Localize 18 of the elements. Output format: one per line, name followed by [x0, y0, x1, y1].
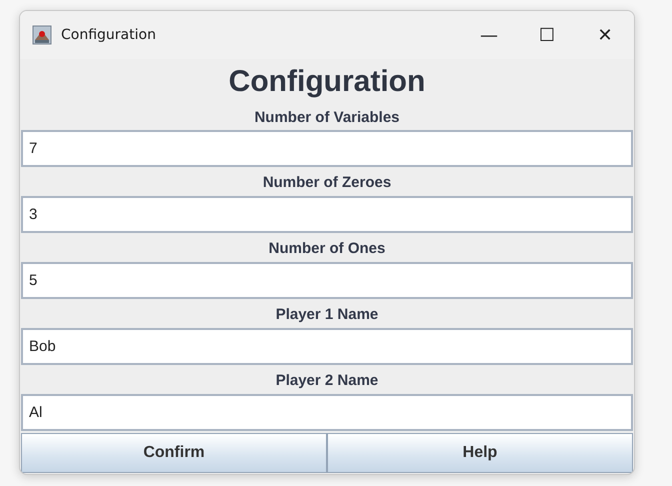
- maximize-button[interactable]: ☐: [518, 12, 576, 58]
- field-label: Number of Variables: [253, 108, 401, 128]
- form-heading: Configuration: [228, 64, 426, 100]
- minimize-button[interactable]: —: [460, 12, 518, 58]
- confirm-button[interactable]: Confirm: [21, 433, 327, 473]
- field-label: Player 1 Name: [274, 305, 380, 325]
- input-field[interactable]: Bob: [21, 328, 633, 365]
- close-button[interactable]: ✕: [576, 12, 634, 58]
- window-title: Configuration: [61, 27, 157, 43]
- help-button[interactable]: Help: [327, 433, 633, 473]
- app-icon[interactable]: [32, 25, 52, 45]
- field-label: Player 2 Name: [274, 371, 380, 391]
- input-field[interactable]: 3: [21, 196, 633, 233]
- input-field[interactable]: Al: [21, 394, 633, 431]
- field-label: Number of Zeroes: [262, 173, 392, 193]
- input-field[interactable]: 7: [21, 130, 633, 167]
- field-label: Number of Ones: [268, 239, 386, 259]
- input-field[interactable]: 5: [21, 262, 633, 299]
